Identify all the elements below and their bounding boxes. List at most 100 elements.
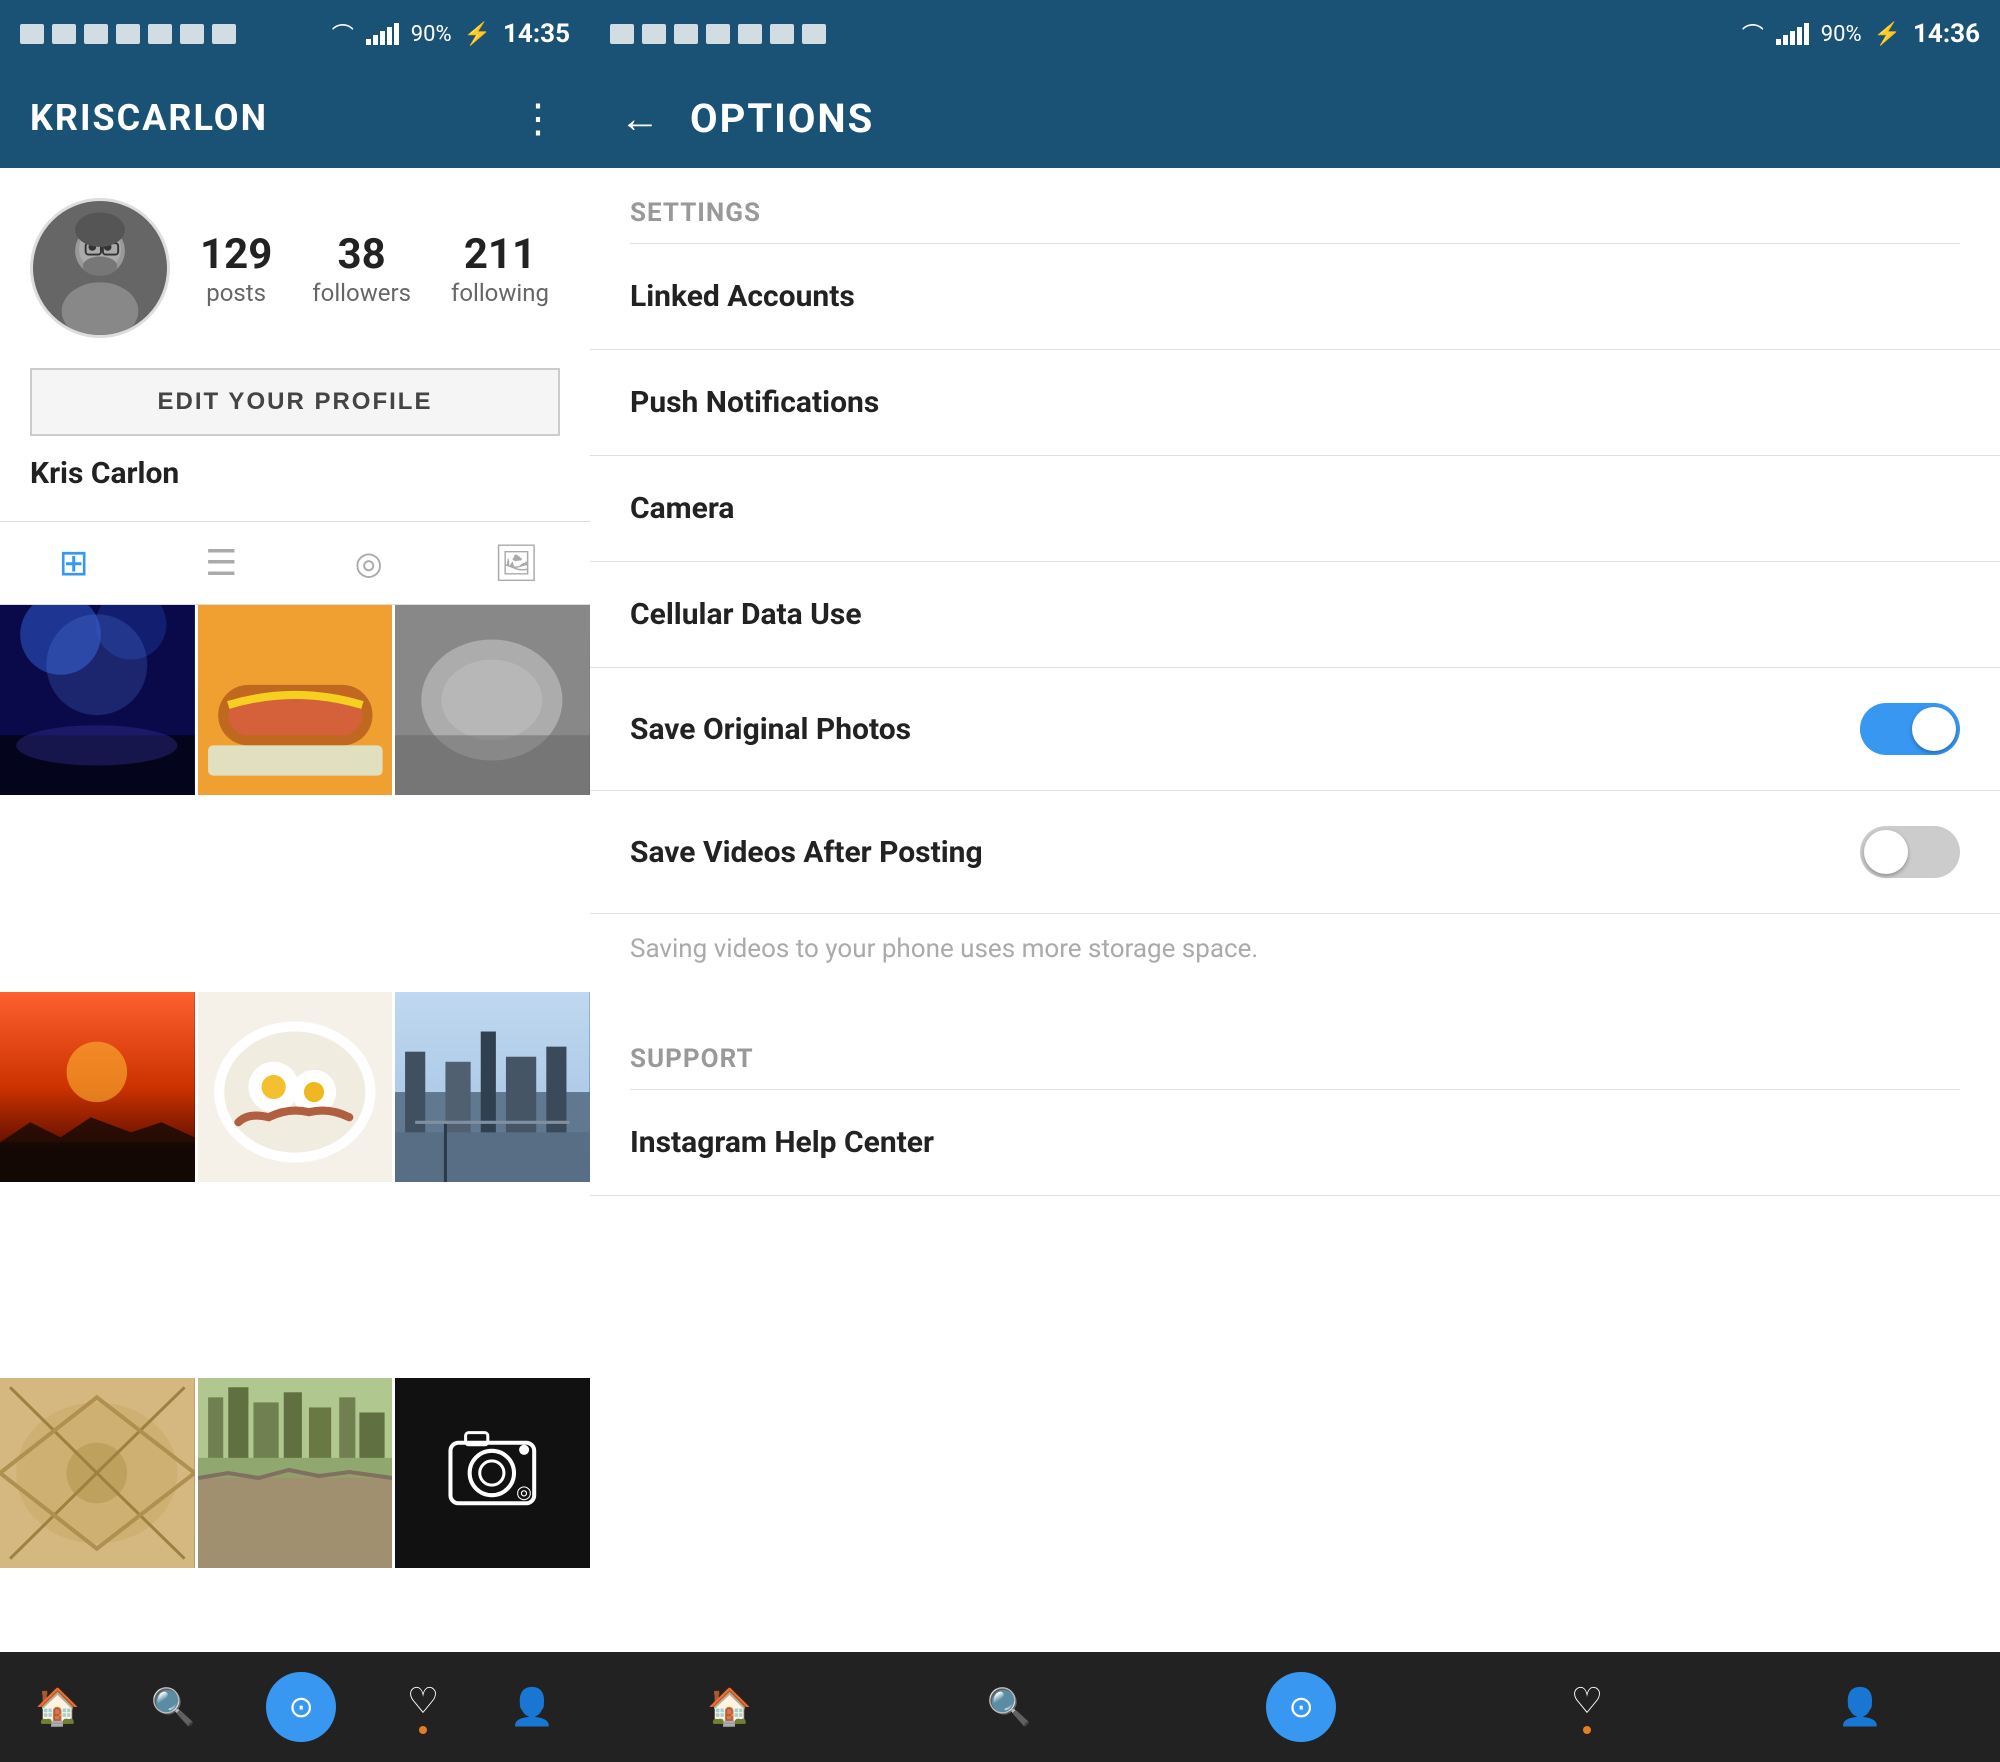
options-title: OPTIONS bbox=[690, 95, 874, 142]
photo-cell-1[interactable] bbox=[0, 605, 195, 795]
photo-cell-9[interactable]: ◎ bbox=[395, 1378, 590, 1568]
likes-dot-left bbox=[419, 1726, 427, 1734]
grid-icon: ⊞ bbox=[59, 542, 89, 584]
save-photos-toggle[interactable] bbox=[1860, 703, 1960, 755]
lightning-left: ⚡ bbox=[464, 22, 491, 47]
save-videos-thumb bbox=[1864, 830, 1908, 874]
avatar bbox=[30, 198, 170, 338]
list-icon: ☰ bbox=[205, 542, 237, 584]
status-bar-right: ⌒ 90% ⚡ 14:36 bbox=[590, 0, 2000, 68]
following-stat[interactable]: 211 following bbox=[451, 230, 549, 307]
photo-icon-r bbox=[610, 24, 634, 44]
photo-cell-8[interactable] bbox=[198, 1378, 393, 1568]
back-button[interactable]: ← bbox=[620, 95, 660, 142]
posts-stat[interactable]: 129 posts bbox=[200, 230, 272, 307]
tab-grid[interactable]: ⊞ bbox=[0, 532, 148, 594]
battery-percent-left: 90% bbox=[411, 22, 452, 47]
tagged-icon: 🖼 bbox=[493, 542, 539, 584]
save-photos-item[interactable]: Save Original Photos bbox=[590, 668, 2000, 791]
docs-icon bbox=[116, 24, 140, 44]
followers-count: 38 bbox=[338, 230, 386, 279]
app-header-right: ← OPTIONS bbox=[590, 68, 2000, 168]
save-photos-label: Save Original Photos bbox=[630, 712, 911, 747]
tab-tagged[interactable]: 🖼 bbox=[443, 532, 591, 594]
edit-profile-button[interactable]: EDIT YOUR PROFILE bbox=[30, 368, 560, 436]
home-icon-right: 🏠 bbox=[707, 1686, 752, 1728]
map-icon: ◎ bbox=[355, 544, 383, 582]
save-videos-item[interactable]: Save Videos After Posting bbox=[590, 791, 2000, 914]
check3-icon-r bbox=[802, 24, 826, 44]
photo-cell-7[interactable] bbox=[0, 1378, 195, 1568]
battery-percent-right: 90% bbox=[1821, 22, 1862, 47]
likes-nav-right[interactable]: ♡ bbox=[1571, 1680, 1603, 1734]
search-nav-right[interactable]: 🔍 bbox=[987, 1686, 1032, 1728]
wifi-icon-right: ⌒ bbox=[1742, 18, 1764, 50]
home-nav-left[interactable]: 🏠 bbox=[35, 1686, 80, 1728]
posts-count: 129 bbox=[200, 230, 272, 279]
cellular-data-item[interactable]: Cellular Data Use bbox=[590, 562, 2000, 668]
photo-grid: ◎ bbox=[0, 605, 590, 1762]
time-left: 14:35 bbox=[503, 19, 570, 49]
camera-btn-left[interactable]: ⊙ bbox=[266, 1672, 336, 1742]
save-videos-track[interactable] bbox=[1860, 826, 1960, 878]
right-panel: ⌒ 90% ⚡ 14:36 ← OPTIONS SETTINGS Linked … bbox=[590, 0, 2000, 1762]
likes-dot-right bbox=[1583, 1726, 1591, 1734]
following-count: 211 bbox=[464, 230, 536, 279]
signal-right bbox=[1776, 23, 1809, 45]
help-center-label: Instagram Help Center bbox=[630, 1125, 934, 1160]
likes-nav-left[interactable]: ♡ bbox=[407, 1680, 439, 1734]
home-icon-left: 🏠 bbox=[35, 1686, 80, 1728]
heart-icon-right: ♡ bbox=[1571, 1680, 1603, 1722]
camera-item[interactable]: Camera bbox=[590, 456, 2000, 562]
tab-map[interactable]: ◎ bbox=[295, 532, 443, 594]
camera-label: Camera bbox=[630, 491, 734, 526]
home-nav-right[interactable]: 🏠 bbox=[707, 1686, 752, 1728]
following-label: following bbox=[451, 279, 549, 307]
tab-list[interactable]: ☰ bbox=[148, 532, 296, 594]
check-icon-r bbox=[738, 24, 762, 44]
time-right: 14:36 bbox=[1913, 19, 1980, 49]
profile-name: Kris Carlon bbox=[30, 456, 560, 491]
signal-left bbox=[366, 23, 399, 45]
app-title: KRISCARLON bbox=[30, 97, 268, 139]
avatar-image bbox=[33, 198, 167, 338]
push-notifications-item[interactable]: Push Notifications bbox=[590, 350, 2000, 456]
linked-accounts-label: Linked Accounts bbox=[630, 279, 855, 314]
profile-top: 129 posts 38 followers 211 following bbox=[30, 198, 560, 338]
status-icons-right bbox=[610, 24, 826, 44]
profile-nav-right[interactable]: 👤 bbox=[1838, 1686, 1883, 1728]
camera-btn-right[interactable]: ⊙ bbox=[1266, 1672, 1336, 1742]
settings-content: SETTINGS Linked Accounts Push Notificati… bbox=[590, 168, 2000, 1762]
app-header-left: KRISCARLON ⋮ bbox=[0, 68, 590, 168]
linked-accounts-item[interactable]: Linked Accounts bbox=[590, 244, 2000, 350]
photo-cell-5[interactable] bbox=[198, 992, 393, 1182]
photo-cell-2[interactable] bbox=[198, 605, 393, 795]
posts-label: posts bbox=[206, 279, 266, 307]
camera-nav-right[interactable]: ⊙ bbox=[1266, 1672, 1336, 1742]
menu-dots-button[interactable]: ⋮ bbox=[518, 95, 560, 142]
videos-info-container: Saving videos to your phone uses more st… bbox=[590, 914, 2000, 994]
bottom-nav-right: 🏠 🔍 ⊙ ♡ 👤 bbox=[590, 1652, 2000, 1762]
check2-icon bbox=[180, 24, 204, 44]
svg-text:◎: ◎ bbox=[517, 1483, 533, 1503]
help-center-item[interactable]: Instagram Help Center bbox=[590, 1090, 2000, 1196]
lightning-right: ⚡ bbox=[1874, 22, 1901, 47]
profile-icon-right: 👤 bbox=[1838, 1686, 1883, 1728]
save-photos-track[interactable] bbox=[1860, 703, 1960, 755]
profile-nav-left[interactable]: 👤 bbox=[510, 1686, 555, 1728]
mail-icon bbox=[52, 24, 76, 44]
save-videos-toggle[interactable] bbox=[1860, 826, 1960, 878]
camera-nav-left[interactable]: ⊙ bbox=[266, 1672, 336, 1742]
photo-cell-6[interactable] bbox=[395, 992, 590, 1182]
save-photos-thumb bbox=[1912, 707, 1956, 751]
profile-icon-left: 👤 bbox=[510, 1686, 555, 1728]
search-icon-left: 🔍 bbox=[151, 1686, 196, 1728]
followers-stat[interactable]: 38 followers bbox=[312, 230, 411, 307]
photo-cell-4[interactable] bbox=[0, 992, 195, 1182]
search-nav-left[interactable]: 🔍 bbox=[151, 1686, 196, 1728]
photo-cell-3[interactable] bbox=[395, 605, 590, 795]
shazam-icon bbox=[84, 24, 108, 44]
cellular-data-label: Cellular Data Use bbox=[630, 597, 862, 632]
support-section-label: SUPPORT bbox=[590, 1014, 2000, 1089]
check3-icon bbox=[212, 24, 236, 44]
